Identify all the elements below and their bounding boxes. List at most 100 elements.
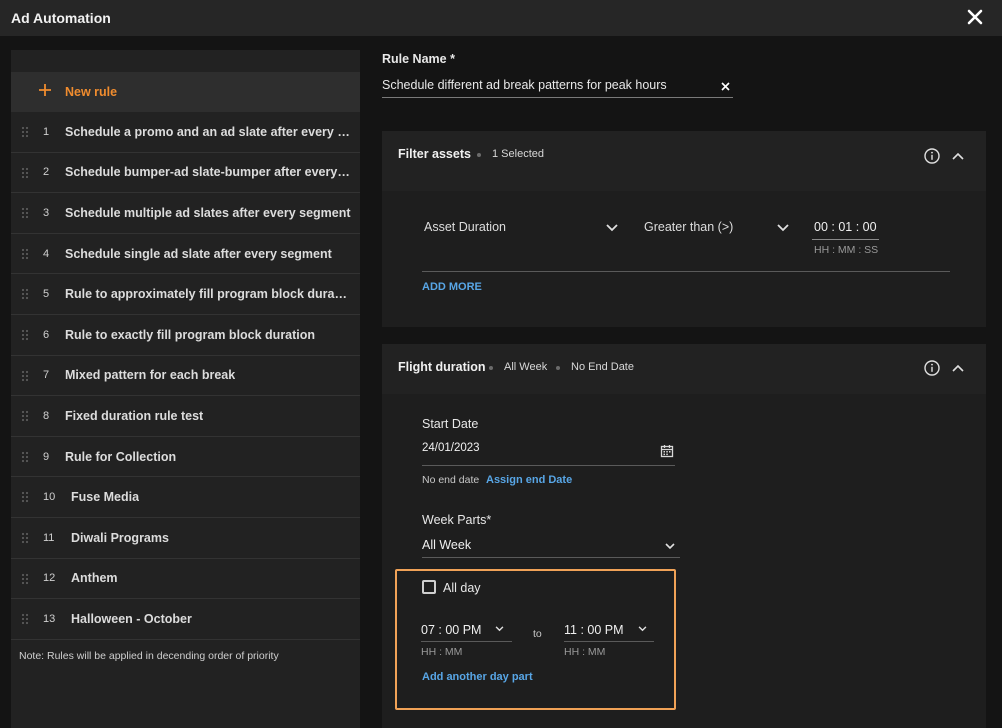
rule-name: Rule to exactly fill program block durat…	[65, 327, 316, 342]
rule-name: Schedule a promo and an ad slate after e…	[65, 124, 351, 139]
close-icon[interactable]	[966, 8, 984, 26]
chevron-down-icon[interactable]	[777, 224, 789, 232]
rule-number: 7	[43, 369, 50, 382]
rule-list-item[interactable]: 3 Schedule multiple ad slates after ever…	[11, 193, 360, 234]
drag-handle-icon[interactable]	[21, 491, 29, 503]
rule-name: Mixed pattern for each break	[65, 368, 236, 383]
rule-list-item[interactable]: 8 Fixed duration rule test	[11, 396, 360, 437]
start-date-underline	[422, 465, 675, 466]
no-end-date-text: No end date	[422, 474, 480, 486]
rule-number: 10	[43, 491, 56, 504]
rule-name: Diwali Programs	[71, 530, 169, 545]
rule-name: Rule to approximately fill program block…	[65, 287, 351, 302]
new-rule-button[interactable]: New rule	[11, 72, 360, 112]
to-label: to	[533, 628, 542, 640]
rule-number: 12	[43, 572, 56, 585]
flight-end-summary: No End Date	[571, 361, 634, 373]
chevron-down-icon[interactable]	[665, 543, 675, 550]
rule-list-item[interactable]: 6 Rule to exactly fill program block dur…	[11, 315, 360, 356]
rule-number: 4	[43, 247, 50, 260]
drag-handle-icon[interactable]	[21, 532, 29, 544]
rule-name-value: Schedule different ad break patterns for…	[382, 78, 667, 92]
rule-name: Fixed duration rule test	[65, 408, 204, 423]
flight-week-summary: All Week	[504, 361, 548, 373]
rule-name: Halloween - October	[71, 611, 192, 626]
drag-handle-icon[interactable]	[21, 451, 29, 463]
chevron-up-icon[interactable]	[952, 152, 964, 160]
add-more-link[interactable]: ADD MORE	[422, 281, 482, 293]
drag-handle-icon[interactable]	[21, 126, 29, 138]
separator-dot	[556, 366, 560, 370]
selected-count: 1 Selected	[492, 148, 544, 160]
title-bar: Ad Automation	[0, 0, 1002, 36]
duration-format: HH : MM : SS	[814, 244, 879, 256]
rule-list-item[interactable]: 9 Rule for Collection	[11, 437, 360, 478]
filter-assets-header[interactable]: Filter assets 1 Selected	[382, 131, 986, 177]
chevron-down-icon[interactable]	[606, 224, 618, 232]
rule-list-item[interactable]: 2 Schedule bumper-ad slate-bumper after …	[11, 153, 360, 194]
drag-handle-icon[interactable]	[21, 613, 29, 625]
add-day-part-link[interactable]: Add another day part	[422, 671, 533, 683]
rule-name: Rule for Collection	[65, 449, 177, 464]
drag-handle-icon[interactable]	[21, 248, 29, 260]
filter-assets-panel: Filter assets 1 Selected Asset Duration …	[382, 131, 986, 327]
separator-dot	[489, 366, 493, 370]
rule-number: 5	[43, 288, 50, 301]
all-day-checkbox[interactable]	[422, 580, 436, 594]
filter-assets-body: Asset Duration Greater than (>) 00 : 01 …	[382, 191, 986, 327]
rule-name-label: Rule Name *	[382, 52, 455, 66]
calendar-icon[interactable]	[660, 444, 674, 458]
new-rule-label: New rule	[65, 85, 118, 99]
day-part-highlight: All day 07 : 00 PM HH : MM to 11 : 00 PM…	[395, 569, 676, 710]
rule-list-item[interactable]: 11 Diwali Programs	[11, 518, 360, 559]
rule-list-item[interactable]: 5 Rule to approximately fill program blo…	[11, 274, 360, 315]
to-time-underline	[564, 641, 654, 642]
rule-list-item[interactable]: 4 Schedule single ad slate after every s…	[11, 234, 360, 275]
filter-row-divider	[422, 271, 950, 272]
rule-number: 1	[43, 125, 50, 138]
drag-handle-icon[interactable]	[21, 573, 29, 585]
rule-number: 6	[43, 328, 50, 341]
from-time-select[interactable]: 07 : 00 PM	[421, 623, 481, 637]
rule-list-item[interactable]: 7 Mixed pattern for each break	[11, 356, 360, 397]
rule-name: Schedule bumper-ad slate-bumper after ev…	[65, 165, 351, 180]
week-parts-select[interactable]: All Week	[422, 538, 471, 552]
rule-number: 8	[43, 409, 50, 422]
rule-list-item[interactable]: 10 Fuse Media	[11, 477, 360, 518]
assign-end-date-link[interactable]: Assign end Date	[486, 474, 572, 486]
rule-name-input[interactable]: Schedule different ad break patterns for…	[382, 76, 733, 98]
asset-field-select[interactable]: Asset Duration	[424, 220, 506, 234]
rule-number: 13	[43, 612, 56, 625]
chevron-up-icon[interactable]	[952, 364, 964, 372]
week-parts-underline	[422, 557, 680, 558]
rule-name: Schedule single ad slate after every seg…	[65, 246, 332, 261]
rule-list-item[interactable]: 12 Anthem	[11, 559, 360, 600]
priority-note: Note: Rules will be applied in decending…	[19, 650, 279, 662]
rule-list-item[interactable]: 13 Halloween - October	[11, 599, 360, 640]
to-time-select[interactable]: 11 : 00 PM	[564, 623, 624, 637]
plus-icon	[39, 84, 51, 96]
chevron-down-icon[interactable]	[495, 626, 504, 632]
drag-handle-icon[interactable]	[21, 207, 29, 219]
chevron-down-icon[interactable]	[638, 626, 647, 632]
operator-select[interactable]: Greater than (>)	[644, 220, 733, 234]
flight-duration-header[interactable]: Flight duration All Week No End Date	[382, 344, 986, 390]
start-date-input[interactable]: 24/01/2023	[422, 442, 480, 454]
rule-number: 2	[43, 166, 50, 179]
drag-handle-icon[interactable]	[21, 370, 29, 382]
rule-name: Fuse Media	[71, 490, 140, 505]
drag-handle-icon[interactable]	[21, 329, 29, 341]
drag-handle-icon[interactable]	[21, 410, 29, 422]
rule-number: 3	[43, 206, 50, 219]
info-icon[interactable]	[924, 148, 940, 164]
drag-handle-icon[interactable]	[21, 167, 29, 179]
info-icon[interactable]	[924, 360, 940, 376]
clear-icon[interactable]	[721, 82, 730, 91]
duration-input[interactable]: 00 : 01 : 00	[814, 220, 877, 234]
rule-list-item[interactable]: 1 Schedule a promo and an ad slate after…	[11, 112, 360, 153]
rule-name: Schedule multiple ad slates after every …	[65, 205, 351, 220]
rule-list: 1 Schedule a promo and an ad slate after…	[11, 112, 360, 640]
start-date-label: Start Date	[422, 417, 479, 431]
window-title: Ad Automation	[11, 10, 111, 26]
drag-handle-icon[interactable]	[21, 288, 29, 300]
